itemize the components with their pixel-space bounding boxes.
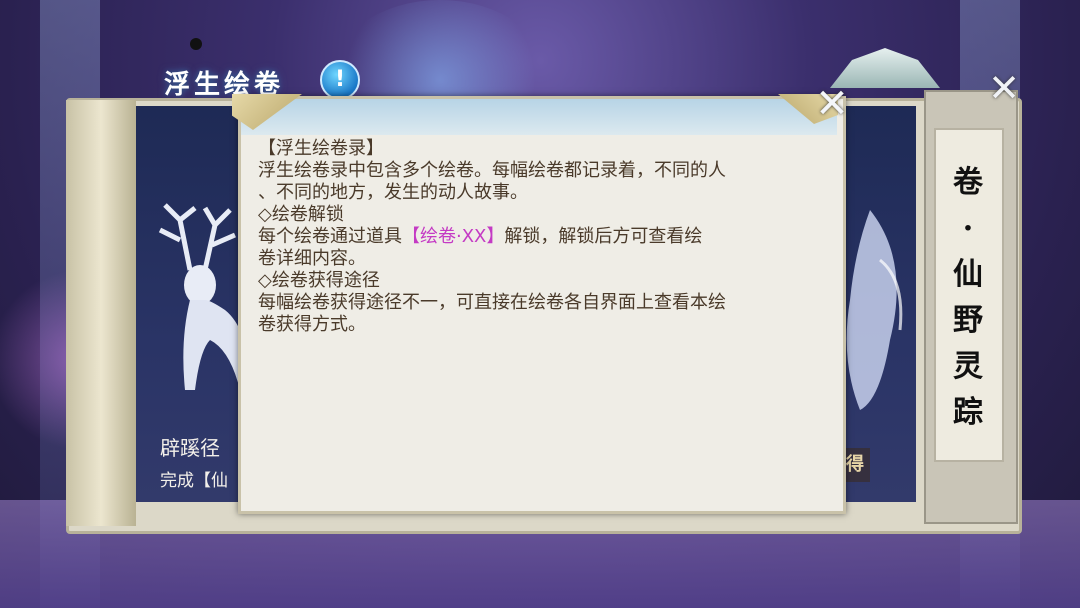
scroll-roll-left bbox=[66, 100, 136, 526]
dialog-text: 【浮生绘卷录】 浮生绘卷录中包含多个绘卷。每幅绘卷都记录着，不同的人 、不同的地… bbox=[258, 138, 834, 336]
info-icon[interactable]: ! bbox=[320, 60, 360, 100]
dialog-line: 卷详细内容。 bbox=[258, 248, 366, 269]
card-name: 辟蹊径 bbox=[160, 436, 220, 460]
dialog-line: 、不同的地方，发生的动人故事。 bbox=[258, 182, 528, 203]
dialog-line: 每幅绘卷获得途径不一，可直接在绘卷各自界面上查看本绘 bbox=[258, 292, 726, 313]
dialog-line: 每个绘卷通过道具【绘卷·XX】解锁，解锁后方可查看绘 bbox=[258, 226, 703, 247]
side-scroll-title: 卷·仙野灵踪 bbox=[953, 165, 983, 430]
dialog-line: 卷获得方式。 bbox=[258, 314, 366, 335]
dialog-line: 浮生绘卷录中包含多个绘卷。每幅绘卷都记录着，不同的人 bbox=[258, 160, 726, 181]
title-ornament bbox=[190, 38, 202, 50]
dialog-header-band bbox=[241, 99, 837, 135]
dialog-line: ◇绘卷获得途径 bbox=[258, 270, 380, 291]
close-icon[interactable]: ✕ bbox=[984, 68, 1024, 108]
dialog-line: ◇绘卷解锁 bbox=[258, 204, 344, 225]
dialog-close-icon[interactable]: ✕ bbox=[812, 84, 852, 124]
item-highlight: 【绘卷·XX】 bbox=[402, 226, 505, 247]
dialog-line: 【浮生绘卷录】 bbox=[258, 138, 384, 159]
card-subtitle: 完成【仙 bbox=[160, 471, 228, 491]
